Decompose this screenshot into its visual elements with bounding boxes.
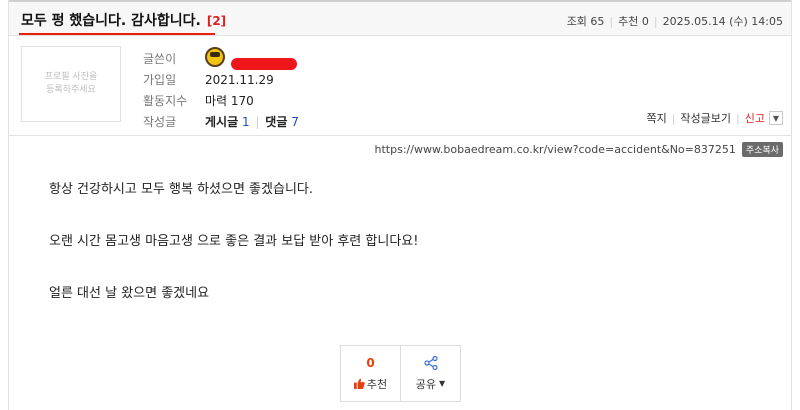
joined-label: 가입일 [143,73,177,87]
author-actions: 쪽지 | 작성글보기 | 신고 ▼ [646,110,783,126]
message-link[interactable]: 쪽지 [646,110,666,126]
recommend-label: 추천 [366,377,388,391]
post-content: 항상 건강하시고 모두 행복 하셨으면 좋겠습니다. 오랜 시간 몸고생 마음고… [49,178,418,334]
report-link[interactable]: 신고 [745,110,765,126]
comment-count-badge[interactable]: [2] [207,14,226,28]
chevron-down-icon[interactable]: ▼ [769,111,783,125]
author-info: 글쓴이 가입일 2021.11.29 활동지수 마력 170 작성글 게시글 1 [143,47,299,132]
content-paragraph: 항상 건강하시고 모두 행복 하셨으면 좋겠습니다. [49,182,313,197]
post-url-row: https://www.bobaedream.co.kr/view?code=a… [375,142,783,157]
post-header: 모두 펑 했습니다. 감사합니다. [2] 조회 65 | 추천 0 | 2025.05.… [9,0,791,36]
posts-row: 작성글 게시글 1 | 댓글 7 [143,115,299,129]
post-title: 모두 펑 했습니다. 감사합니다. [2] [21,10,226,30]
reply-count[interactable]: 7 [291,115,299,129]
post-count[interactable]: 1 [242,115,250,129]
activity-value: 마력 170 [205,94,254,108]
share-icon [423,355,438,370]
copy-url-button[interactable]: 주소복사 [741,142,783,157]
share-label: 공유 [415,377,437,391]
author-panel: 프로필 사진을 등록하주세요 글쓴이 가입일 2021.11.29 활동지수 마… [9,36,791,136]
view-count: 조회 65 [566,15,605,28]
recommend-button[interactable]: 0 추천 [341,346,400,401]
recommend-count-value: 0 [366,355,375,370]
profile-photo-placeholder: 프로필 사진을 등록하주세요 [21,46,121,122]
reply-count-label[interactable]: 댓글 [265,115,287,129]
share-button[interactable]: 공유 ▼ [400,346,460,401]
reaction-box: 0 추천 공유 ▼ [340,345,461,402]
content-paragraph: 오랜 시간 몸고생 마음고생 으로 좋은 결과 보답 받아 후련 합니다요! [49,234,419,249]
view-posts-link[interactable]: 작성글보기 [680,110,731,126]
writer-label: 글쓴이 [143,52,177,66]
post-count-label[interactable]: 게시글 [205,115,238,129]
post-url[interactable]: https://www.bobaedream.co.kr/view?code=a… [375,143,736,156]
content-paragraph: 얼른 대선 날 왔으면 좋겠네요 [49,286,210,301]
redacted-nickname[interactable] [230,57,297,70]
writer-row: 글쓴이 [143,47,299,70]
activity-row: 활동지수 마력 170 [143,90,299,111]
posts-label: 작성글 [143,115,177,129]
post-view: 모두 펑 했습니다. 감사합니다. [2] 조회 65 | 추천 0 | 2025.05.… [8,0,792,410]
recommend-count: 추천 0 [618,15,649,28]
joined-row: 가입일 2021.11.29 [143,69,299,90]
character-level-icon [205,47,225,67]
activity-label: 활동지수 [143,94,188,108]
title-underline [19,33,215,35]
post-date: 2025.05.14 (수) 14:05 [662,15,783,28]
post-meta: 조회 65 | 추천 0 | 2025.05.14 (수) 14:05 [566,15,783,28]
caret-down-icon: ▼ [439,379,446,388]
post-title-text: 모두 펑 했습니다. 감사합니다. [21,13,201,29]
thumbs-up-icon [353,378,365,389]
joined-date: 2021.11.29 [205,72,274,87]
